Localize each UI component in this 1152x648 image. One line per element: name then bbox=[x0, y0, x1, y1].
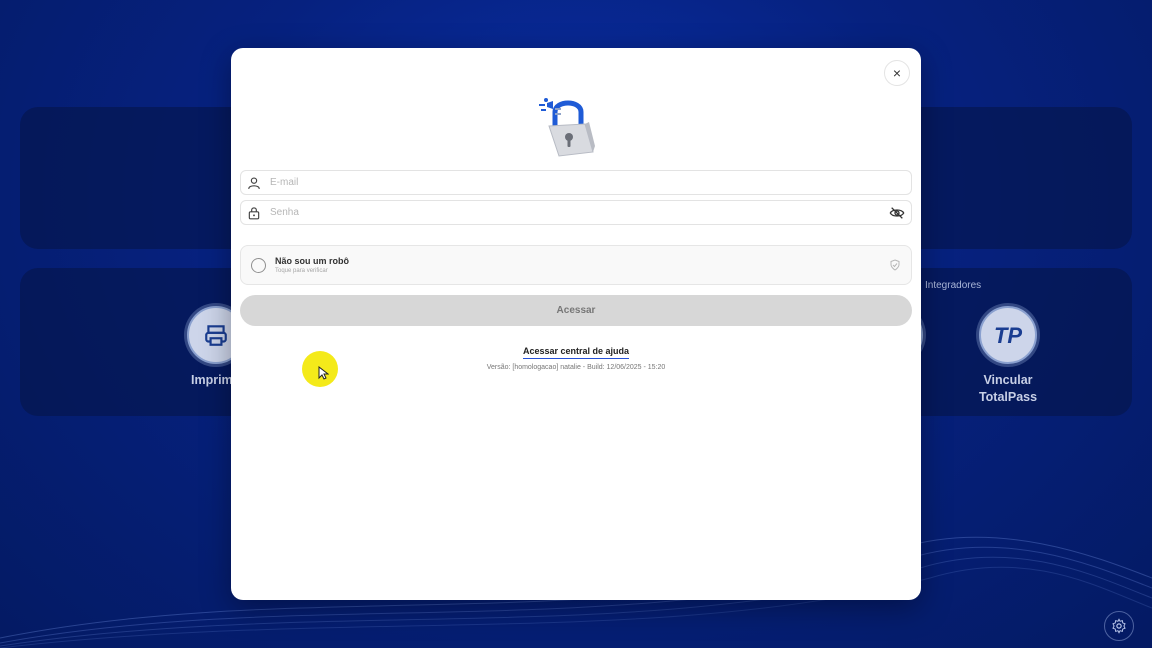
help-link-container: Acessar central de ajuda bbox=[231, 341, 921, 359]
user-icon bbox=[247, 176, 261, 190]
lock-illustration bbox=[539, 98, 595, 157]
close-icon: × bbox=[892, 65, 902, 81]
totalpass-logo-icon: TP bbox=[979, 306, 1037, 364]
email-input[interactable] bbox=[270, 177, 911, 188]
settings-button[interactable] bbox=[1104, 611, 1134, 641]
password-field[interactable] bbox=[240, 200, 912, 225]
totalpass-tile-label: Vincular TotalPass bbox=[978, 373, 1038, 404]
captcha-radio[interactable] bbox=[251, 257, 266, 273]
captcha-label: Não sou um robô bbox=[275, 256, 349, 266]
close-button[interactable]: × bbox=[884, 60, 910, 86]
password-input[interactable] bbox=[270, 207, 889, 218]
gear-icon bbox=[1112, 618, 1126, 634]
help-center-link[interactable]: Acessar central de ajuda bbox=[522, 346, 630, 359]
totalpass-tile[interactable]: TP Vincular TotalPass bbox=[960, 306, 1056, 406]
login-modal: × Não sou um robô Toque para verif bbox=[231, 48, 921, 600]
submit-button[interactable]: Acessar bbox=[240, 295, 912, 326]
shield-check-icon bbox=[889, 259, 901, 271]
mouse-cursor-icon bbox=[318, 366, 329, 380]
integrators-section-label: Integradores bbox=[925, 280, 982, 291]
totalpass-logo-text: TP bbox=[993, 322, 1023, 348]
eye-off-icon[interactable] bbox=[889, 205, 905, 221]
padlock-icon bbox=[247, 206, 261, 220]
captcha-box[interactable]: Não sou um robô Toque para verificar bbox=[240, 245, 912, 285]
captcha-sublabel: Toque para verificar bbox=[275, 268, 328, 274]
email-field[interactable] bbox=[240, 170, 912, 195]
